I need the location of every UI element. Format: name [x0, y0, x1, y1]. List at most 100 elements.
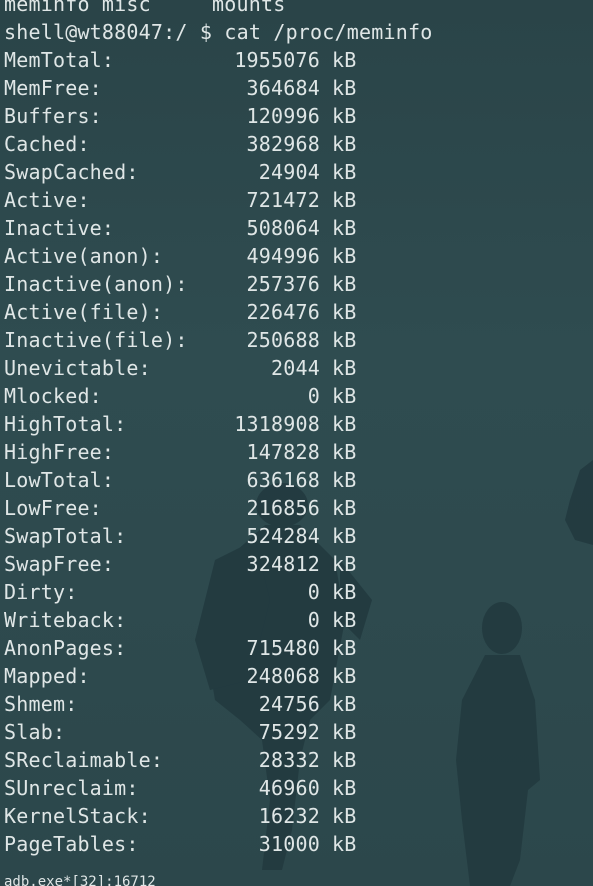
meminfo-value: 1955076 [234, 48, 320, 72]
meminfo-row: Active(file): 226476 kB [4, 298, 432, 326]
meminfo-key: Mlocked: [4, 384, 102, 408]
meminfo-unit: kB [332, 524, 357, 548]
meminfo-unit: kB [332, 356, 357, 380]
meminfo-unit: kB [332, 804, 357, 828]
meminfo-unit: kB [332, 244, 357, 268]
meminfo-unit: kB [332, 384, 357, 408]
meminfo-unit: kB [332, 580, 357, 604]
meminfo-unit: kB [332, 468, 357, 492]
meminfo-key: LowTotal: [4, 468, 115, 492]
meminfo-unit: kB [332, 608, 357, 632]
meminfo-key: Cached: [4, 132, 90, 156]
meminfo-row: Buffers: 120996 kB [4, 102, 432, 130]
meminfo-unit: kB [332, 636, 357, 660]
meminfo-unit: kB [332, 328, 357, 352]
meminfo-value: 248068 [246, 664, 320, 688]
meminfo-value: 324812 [246, 552, 320, 576]
previous-output-line: meminfo misc mounts [4, 0, 432, 18]
meminfo-key: HighFree: [4, 440, 115, 464]
meminfo-unit: kB [332, 440, 357, 464]
meminfo-row: HighFree: 147828 kB [4, 438, 432, 466]
meminfo-value: 16232 [258, 804, 320, 828]
meminfo-unit: kB [332, 412, 357, 436]
meminfo-unit: kB [332, 496, 357, 520]
meminfo-key: Active(anon): [4, 244, 164, 268]
meminfo-key: LowFree: [4, 496, 102, 520]
meminfo-value: 494996 [246, 244, 320, 268]
meminfo-unit: kB [332, 692, 357, 716]
meminfo-unit: kB [332, 188, 357, 212]
meminfo-value: 75292 [258, 720, 320, 744]
terminal-output: meminfo misc mounts shell@wt88047:/ $ cat… [4, 0, 432, 858]
meminfo-unit: kB [332, 132, 357, 156]
meminfo-value: 28332 [258, 748, 320, 772]
file-name-mounts: mounts [212, 0, 286, 16]
meminfo-row: SwapFree: 324812 kB [4, 550, 432, 578]
meminfo-key: Active(file): [4, 300, 164, 324]
terminal-window[interactable]: meminfo misc mounts shell@wt88047:/ $ cat… [0, 0, 593, 886]
silhouette-figure-edge [565, 460, 593, 545]
meminfo-unit: kB [332, 104, 357, 128]
meminfo-value: 524284 [246, 524, 320, 548]
meminfo-row: SwapCached: 24904 kB [4, 158, 432, 186]
meminfo-value: 24756 [258, 692, 320, 716]
prompt: shell@wt88047:/ $ [4, 20, 213, 44]
meminfo-value: 147828 [246, 440, 320, 464]
meminfo-key: SwapFree: [4, 552, 115, 576]
meminfo-row: LowFree: 216856 kB [4, 494, 432, 522]
meminfo-key: Buffers: [4, 104, 102, 128]
meminfo-row: Slab: 75292 kB [4, 718, 432, 746]
meminfo-unit: kB [332, 832, 357, 856]
meminfo-unit: kB [332, 664, 357, 688]
status-bar: adb.exe*[32]:16712 [4, 874, 156, 886]
meminfo-key: SwapTotal: [4, 524, 127, 548]
meminfo-unit: kB [332, 272, 357, 296]
meminfo-key: Inactive(file): [4, 328, 188, 352]
meminfo-key: Mapped: [4, 664, 90, 688]
meminfo-value: 508064 [246, 216, 320, 240]
meminfo-row: PageTables: 31000 kB [4, 830, 432, 858]
meminfo-row: SUnreclaim: 46960 kB [4, 774, 432, 802]
meminfo-value: 721472 [246, 188, 320, 212]
meminfo-value: 257376 [246, 272, 320, 296]
meminfo-row: LowTotal: 636168 kB [4, 466, 432, 494]
meminfo-unit: kB [332, 48, 357, 72]
meminfo-unit: kB [332, 720, 357, 744]
silhouette-figure-right [456, 602, 540, 886]
meminfo-list: MemTotal: 1955076 kB MemFree: 364684 kB Buffer… [4, 46, 432, 858]
meminfo-value: 715480 [246, 636, 320, 660]
meminfo-row: Inactive(file): 250688 kB [4, 326, 432, 354]
meminfo-row: SwapTotal: 524284 kB [4, 522, 432, 550]
meminfo-value: 364684 [246, 76, 320, 100]
meminfo-value: 636168 [246, 468, 320, 492]
meminfo-key: PageTables: [4, 832, 139, 856]
meminfo-key: Dirty: [4, 580, 78, 604]
meminfo-row: Mlocked: 0 kB [4, 382, 432, 410]
meminfo-value: 0 [307, 580, 320, 604]
command: cat /proc/meminfo [224, 20, 433, 44]
meminfo-unit: kB [332, 552, 357, 576]
meminfo-unit: kB [332, 160, 357, 184]
meminfo-row: Cached: 382968 kB [4, 130, 432, 158]
meminfo-value: 24904 [258, 160, 320, 184]
meminfo-key: MemTotal: [4, 48, 115, 72]
meminfo-key: MemFree: [4, 76, 102, 100]
meminfo-unit: kB [332, 216, 357, 240]
meminfo-row: Dirty: 0 kB [4, 578, 432, 606]
meminfo-key: SUnreclaim: [4, 776, 139, 800]
meminfo-row: MemTotal: 1955076 kB [4, 46, 432, 74]
meminfo-value: 250688 [246, 328, 320, 352]
meminfo-key: HighTotal: [4, 412, 127, 436]
meminfo-unit: kB [332, 748, 357, 772]
meminfo-row: Writeback: 0 kB [4, 606, 432, 634]
meminfo-value: 1318908 [234, 412, 320, 436]
meminfo-row: MemFree: 364684 kB [4, 74, 432, 102]
meminfo-unit: kB [332, 776, 357, 800]
meminfo-key: Shmem: [4, 692, 78, 716]
meminfo-key: Unevictable: [4, 356, 151, 380]
meminfo-row: SReclaimable: 28332 kB [4, 746, 432, 774]
meminfo-key: Writeback: [4, 608, 127, 632]
meminfo-unit: kB [332, 300, 357, 324]
meminfo-row: Mapped: 248068 kB [4, 662, 432, 690]
meminfo-value: 46960 [258, 776, 320, 800]
